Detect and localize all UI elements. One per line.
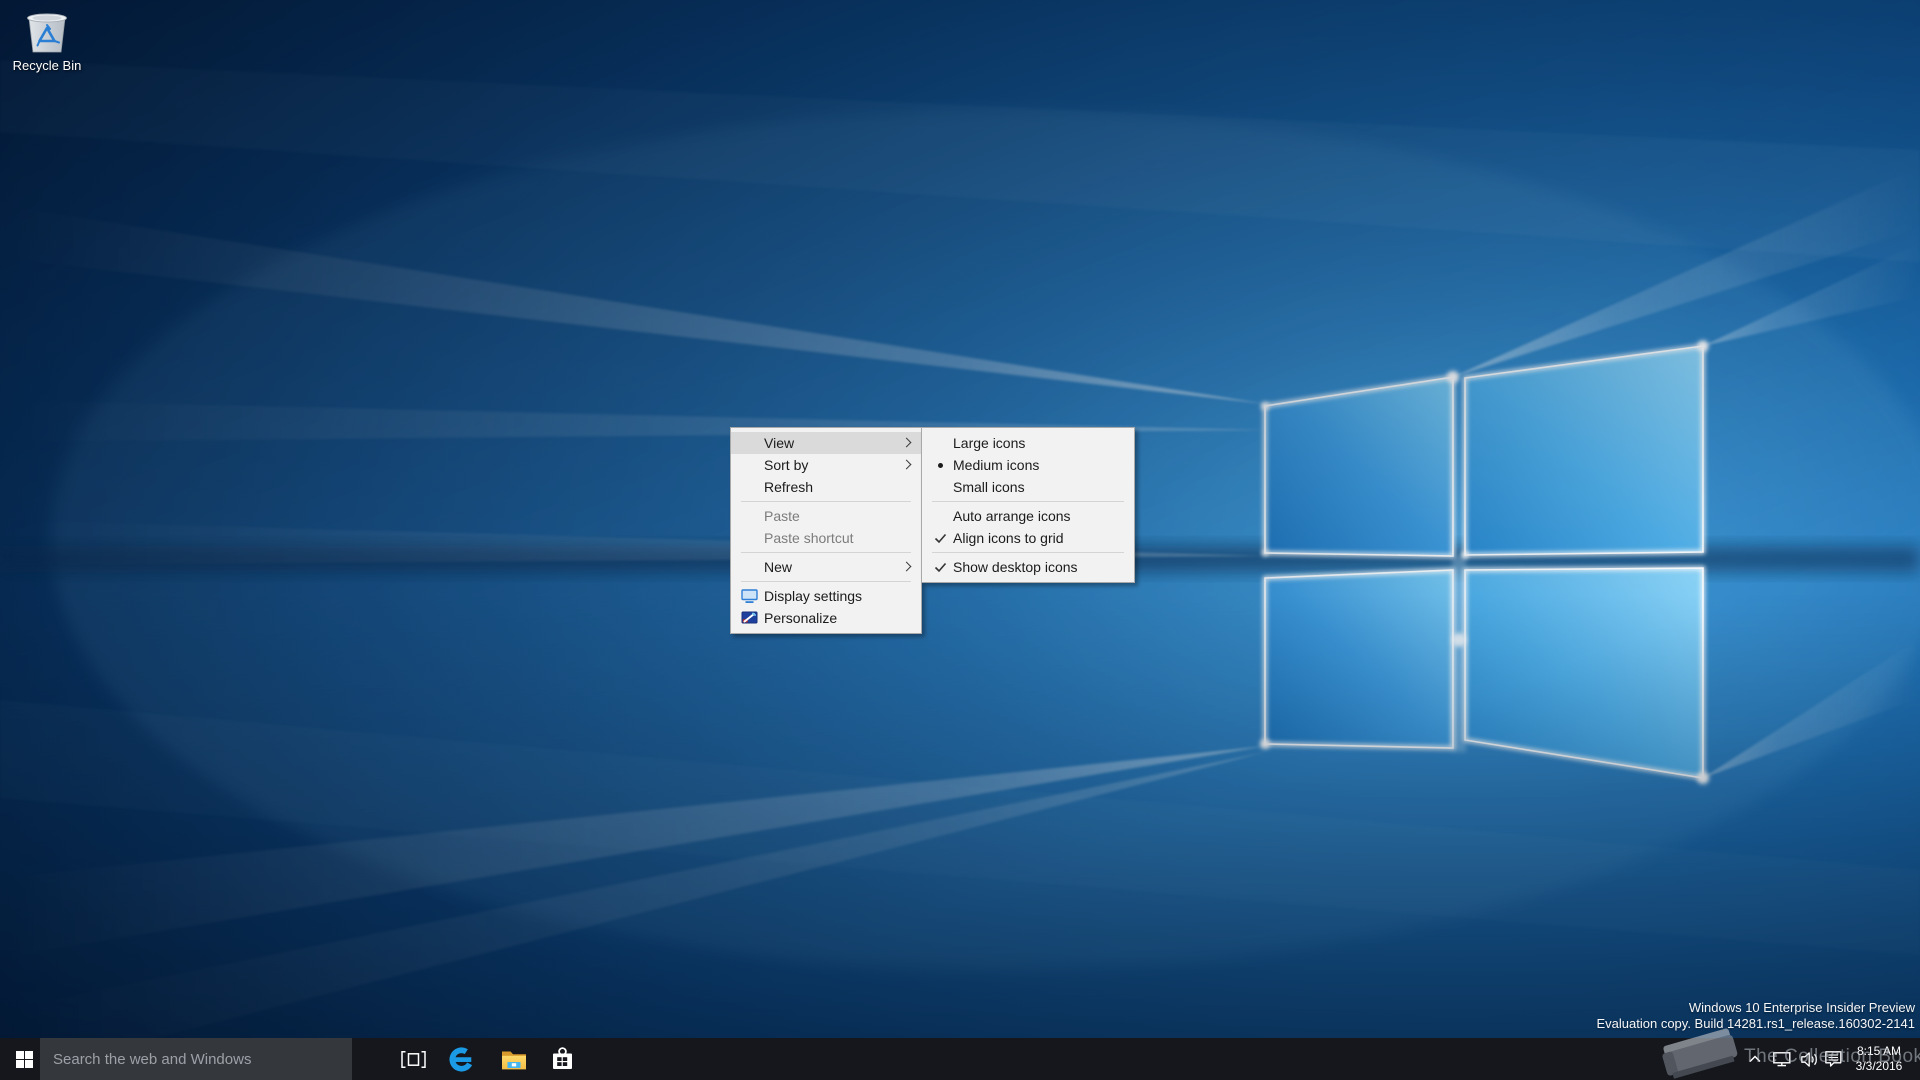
- menu-item-new[interactable]: New: [731, 556, 921, 578]
- submenu-item-align-icons-to-grid-label: Align icons to grid: [953, 530, 1064, 546]
- personalize-icon: [737, 607, 761, 629]
- submenu-arrow-icon: [901, 437, 912, 448]
- submenu-item-show-desktop-icons[interactable]: Show desktop icons: [922, 556, 1134, 578]
- recycle-bin-shortcut[interactable]: Recycle Bin: [8, 8, 86, 73]
- menu-separator: [741, 552, 911, 553]
- task-view-icon: [400, 1050, 426, 1068]
- menu-item-refresh[interactable]: Refresh: [731, 476, 921, 498]
- menu-separator: [932, 552, 1124, 553]
- menu-item-paste-label: Paste: [764, 508, 800, 524]
- menu-item-sort-by[interactable]: Sort by: [731, 454, 921, 476]
- submenu-item-medium-icons-label: Medium icons: [953, 457, 1040, 473]
- menu-item-view-label: View: [764, 435, 795, 451]
- search-input[interactable]: [40, 1038, 352, 1080]
- recycle-bin-label: Recycle Bin: [12, 58, 82, 73]
- submenu-item-small-icons-label: Small icons: [953, 479, 1025, 495]
- submenu-item-show-desktop-icons-label: Show desktop icons: [953, 559, 1078, 575]
- windows-logo-icon: [15, 1050, 33, 1068]
- build-watermark-line1: Windows 10 Enterprise Insider Preview: [1688, 1000, 1915, 1015]
- menu-item-sort-by-label: Sort by: [764, 457, 809, 473]
- menu-item-display-settings[interactable]: Display settings: [731, 585, 921, 607]
- submenu-item-large-icons[interactable]: Large icons: [922, 432, 1134, 454]
- recycle-bin-icon: [27, 13, 67, 53]
- menu-item-display-settings-label: Display settings: [764, 588, 863, 604]
- menu-item-personalize-label: Personalize: [764, 610, 838, 626]
- menu-separator: [932, 501, 1124, 502]
- file-explorer-button[interactable]: [490, 1038, 538, 1080]
- checkmark-icon: [928, 527, 952, 549]
- submenu-arrow-icon: [901, 459, 912, 470]
- menu-separator: [741, 581, 911, 582]
- menu-item-new-label: New: [764, 559, 793, 575]
- view-submenu: Large icons Medium icons Small icons Aut…: [921, 427, 1135, 583]
- menu-item-personalize[interactable]: Personalize: [731, 607, 921, 629]
- menu-item-view[interactable]: View: [731, 432, 921, 454]
- book-icon: [1662, 1028, 1738, 1079]
- menu-item-paste[interactable]: Paste: [731, 505, 921, 527]
- submenu-item-auto-arrange-icons-label: Auto arrange icons: [953, 508, 1071, 524]
- selected-bullet-icon: [928, 454, 952, 476]
- task-view-button[interactable]: [389, 1038, 437, 1080]
- submenu-item-medium-icons[interactable]: Medium icons: [922, 454, 1134, 476]
- taskbar: 8:15 AM 3/3/2016: [0, 1038, 1920, 1080]
- desktop-context-menu: View Sort by Refresh Paste Paste shortcu…: [730, 427, 922, 634]
- store-icon: [552, 1047, 572, 1069]
- menu-item-refresh-label: Refresh: [764, 479, 814, 495]
- build-watermark: Windows 10 Enterprise Insider Preview Ev…: [1597, 1000, 1916, 1032]
- submenu-item-small-icons[interactable]: Small icons: [922, 476, 1134, 498]
- edge-icon: [448, 1046, 474, 1072]
- build-watermark-line2: Evaluation copy. Build 14281.rs1_release…: [1596, 1016, 1916, 1031]
- checkmark-icon: [928, 556, 952, 578]
- menu-item-paste-shortcut[interactable]: Paste shortcut: [731, 527, 921, 549]
- store-button[interactable]: [538, 1038, 586, 1080]
- collection-watermark: The Collection Book: [1744, 1046, 1920, 1067]
- submenu-item-large-icons-label: Large icons: [953, 435, 1026, 451]
- submenu-item-align-icons-to-grid[interactable]: Align icons to grid: [922, 527, 1134, 549]
- submenu-arrow-icon: [901, 561, 912, 572]
- display-settings-icon: [737, 585, 761, 607]
- submenu-item-auto-arrange-icons[interactable]: Auto arrange icons: [922, 505, 1134, 527]
- folder-icon: [502, 1051, 526, 1069]
- windows-desktop: Recycle Bin Windows 10 Enterprise Inside…: [0, 0, 1920, 1080]
- menu-item-paste-shortcut-label: Paste shortcut: [764, 530, 854, 546]
- edge-button[interactable]: [437, 1038, 485, 1080]
- menu-separator: [741, 501, 911, 502]
